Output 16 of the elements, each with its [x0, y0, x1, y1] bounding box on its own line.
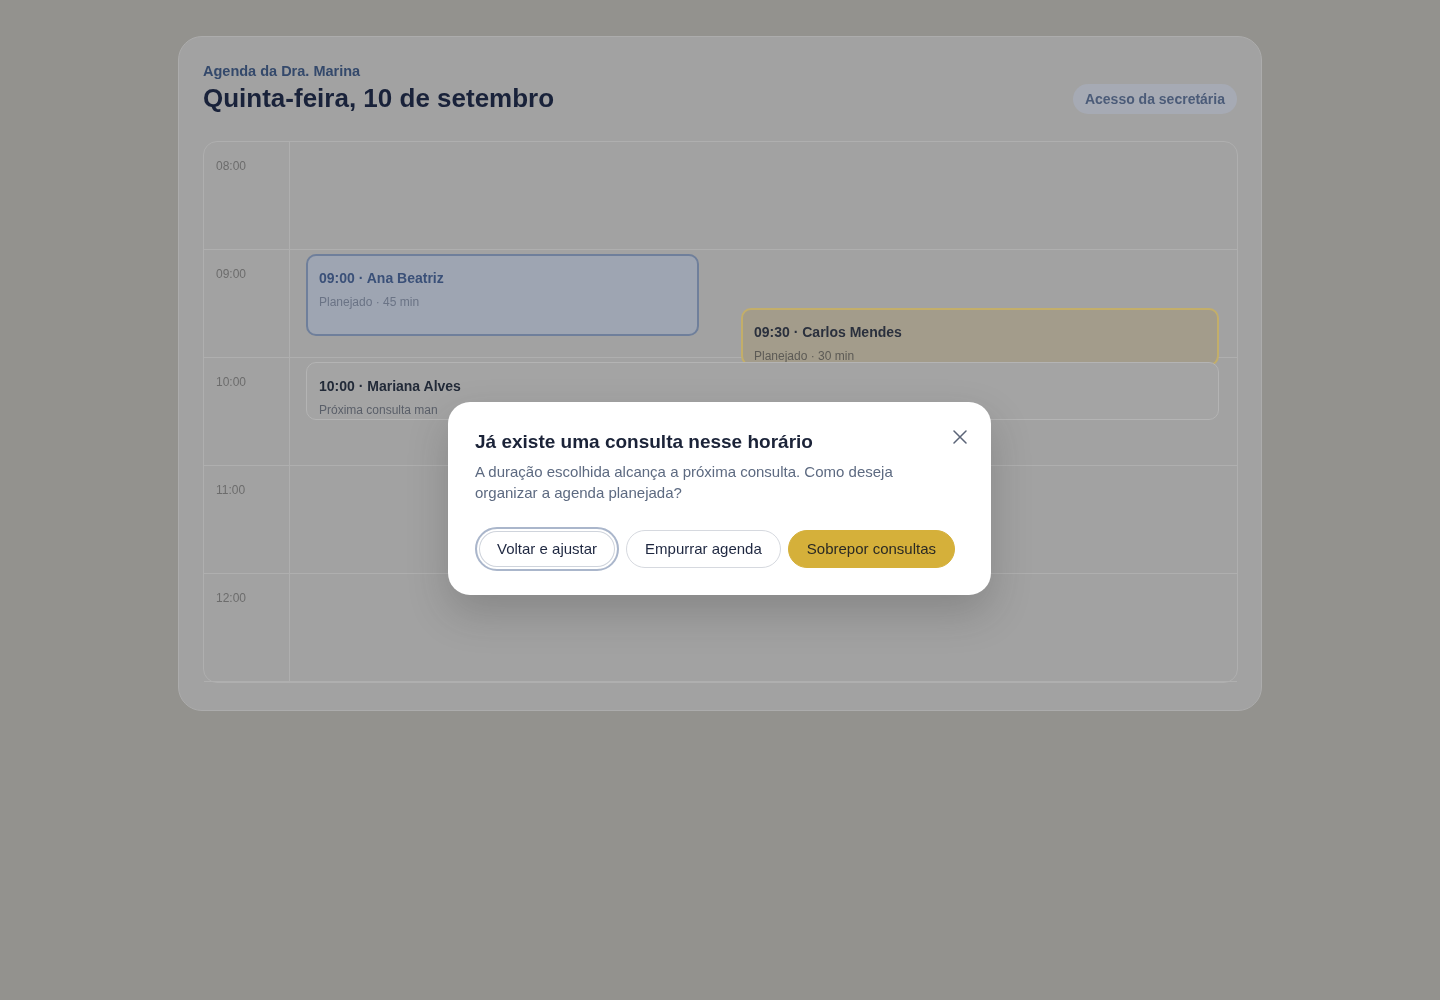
access-tag: Acesso da secretária	[1072, 84, 1237, 114]
action-button[interactable]: Sobrepor consultas	[787, 530, 956, 568]
close-icon	[953, 430, 967, 444]
appointment-card[interactable]: 09:30 · Carlos Mendes Planejado · 30 min	[741, 308, 1219, 366]
appointment-title: 09:30 · Carlos Mendes	[754, 323, 902, 342]
dialog-title: Já existe uma consulta nesse horário	[475, 430, 813, 454]
appointment-detail: Planejado · 30 min	[754, 348, 855, 364]
action-button[interactable]: Voltar e ajustar	[475, 527, 620, 571]
action-button[interactable]: Empurrar agenda	[626, 530, 781, 568]
date-title: Quinta-feira, 10 de setembro	[203, 82, 555, 114]
appointment-title: 10:00 · Mariana Alves	[319, 377, 461, 396]
dialog-message: A duração escolhida alcança a próxima consulta. Como deseja organizar a agenda planejada?	[475, 462, 894, 503]
agenda-owner: Agenda da Dra. Marina	[203, 62, 361, 81]
appointment-title: 09:00 · Ana Beatriz	[319, 269, 444, 288]
appointment-detail: Próxima consulta man	[319, 402, 438, 418]
close-button[interactable]	[953, 430, 967, 444]
